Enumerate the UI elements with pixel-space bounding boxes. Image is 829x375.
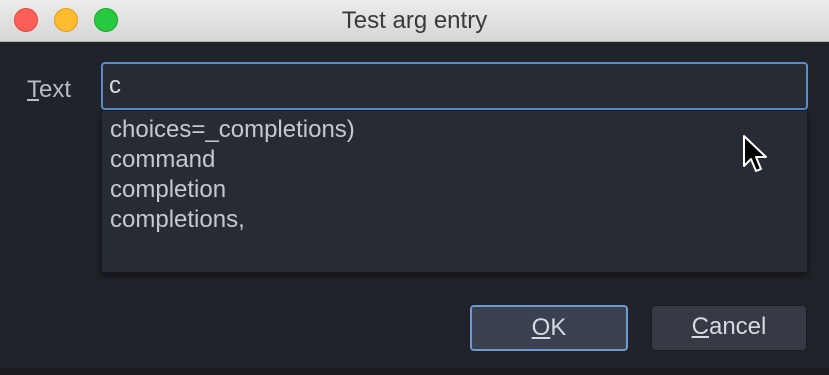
cancel-button[interactable]: Cancel [651,305,807,351]
ok-label-rest: K [550,314,567,341]
text-label-rest: ext [39,76,72,103]
completion-item[interactable]: completion [102,175,807,205]
completion-item[interactable]: completions, [102,205,807,235]
completion-item[interactable]: command [102,145,807,175]
completion-popup: choices=_completions) command completion… [101,110,808,273]
cancel-label-rest: ancel [708,313,767,340]
window-title: Test arg entry [341,7,488,34]
text-label-mnemonic: T [27,76,39,103]
ok-button[interactable]: OK [470,305,628,351]
dialog-window: Test arg entry Text choices=_completions… [0,0,829,375]
completion-item[interactable]: choices=_completions) [102,115,807,145]
titlebar: Test arg entry [0,0,829,42]
text-field-label: Text [27,76,71,104]
background-editor-strip [0,368,829,375]
cancel-mnemonic: C [691,313,709,340]
arrow-cursor-icon [743,135,767,172]
ok-mnemonic: O [531,314,551,341]
dialog-content: Text choices=_completions) command compl… [0,42,829,368]
text-input[interactable] [101,62,808,110]
